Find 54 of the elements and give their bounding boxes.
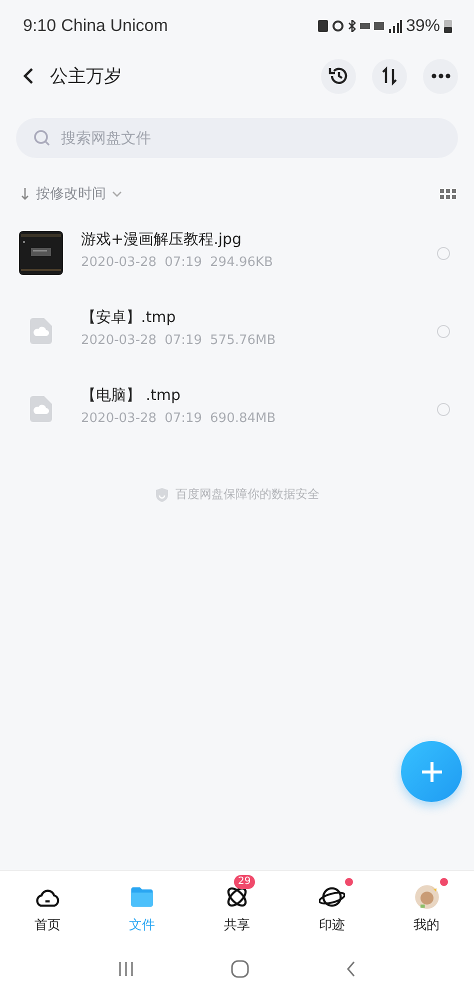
recents-button[interactable] xyxy=(118,961,134,977)
file-date: 2020-03-28 xyxy=(81,411,157,426)
file-row[interactable]: 游戏+漫画解压教程.jpg 2020-03-28 07:19 294.96KB xyxy=(0,214,474,292)
sort-button[interactable] xyxy=(372,58,407,94)
file-size: 690.84MB xyxy=(210,411,276,426)
recents-icon xyxy=(118,961,134,977)
more-button[interactable] xyxy=(423,58,458,94)
battery-percent: 39% xyxy=(406,16,440,36)
battery-icon xyxy=(444,19,452,33)
page-title: 公主万岁 xyxy=(50,65,123,88)
file-row[interactable]: 【安卓】.tmp 2020-03-28 07:19 575.76MB xyxy=(0,292,474,370)
caret-icon xyxy=(112,191,122,197)
search-icon xyxy=(33,129,51,147)
count-badge: 29 xyxy=(234,874,255,888)
tab[interactable]: 29 共享 xyxy=(190,871,284,946)
file-name: 【安卓】.tmp xyxy=(81,308,177,327)
security-note: 百度网盘保障你的数据安全 xyxy=(176,486,320,503)
down-arrow-icon xyxy=(20,187,30,201)
select-checkbox[interactable] xyxy=(437,324,450,338)
grid-icon xyxy=(440,189,456,199)
back-icon xyxy=(346,961,356,977)
file-row[interactable]: 【电脑】 .tmp 2020-03-28 07:19 690.84MB xyxy=(0,370,474,448)
shield-icon xyxy=(154,486,168,502)
select-checkbox[interactable] xyxy=(437,246,450,260)
file-time: 07:19 xyxy=(164,255,202,270)
history-button[interactable] xyxy=(321,58,356,94)
more-icon xyxy=(430,73,450,79)
file-time: 07:19 xyxy=(164,333,202,348)
file-size: 294.96KB xyxy=(210,255,273,270)
add-button[interactable] xyxy=(401,741,462,802)
tab[interactable]: 首页 xyxy=(0,871,95,946)
cloud-file-icon xyxy=(30,318,52,344)
status-time: 9:10 xyxy=(23,16,56,36)
tab[interactable]: 印迹 xyxy=(284,871,380,946)
back-icon xyxy=(22,67,34,85)
history-icon xyxy=(328,65,350,87)
carrier-name: China Unicom xyxy=(61,16,169,36)
avatar-icon xyxy=(414,884,440,910)
search-field[interactable]: 搜索网盘文件 xyxy=(16,118,458,158)
file-time: 07:19 xyxy=(164,411,202,426)
file-name: 【电脑】 .tmp xyxy=(81,386,182,405)
file-name: 游戏+漫画解压教程.jpg xyxy=(81,230,243,249)
plus-icon xyxy=(420,760,444,784)
file-date: 2020-03-28 xyxy=(81,333,157,348)
signal-icon xyxy=(388,19,402,33)
sort-arrows-icon xyxy=(380,66,400,86)
cloud-file-icon xyxy=(30,396,52,422)
select-checkbox[interactable] xyxy=(437,402,450,416)
bluetooth-icon xyxy=(348,20,356,32)
tab[interactable]: 我的 xyxy=(379,871,474,946)
file-size: 575.76MB xyxy=(210,333,276,348)
file-date: 2020-03-28 xyxy=(81,255,157,270)
home-button[interactable] xyxy=(230,960,249,978)
back-nav-button[interactable] xyxy=(346,961,356,977)
